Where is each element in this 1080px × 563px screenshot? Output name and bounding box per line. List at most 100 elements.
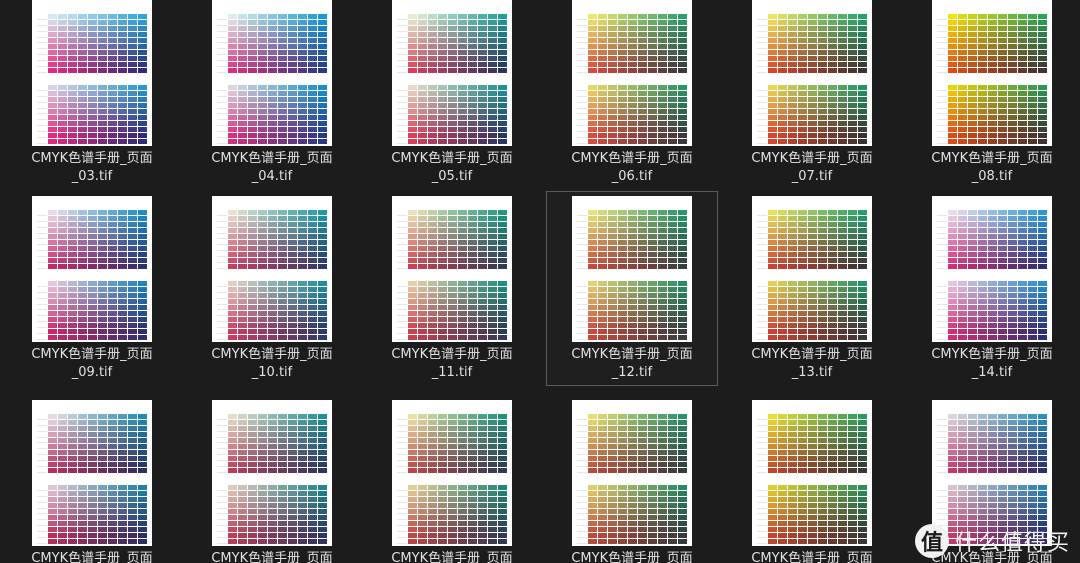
color-swatch-grid (768, 210, 867, 269)
table-header (757, 404, 867, 414)
table-header (397, 404, 507, 414)
file-item[interactable]: CMYK色谱手册_页面 _06.tif (546, 0, 718, 190)
file-item[interactable]: CMYK色谱手册_页面_19.tif (726, 395, 898, 563)
row-labels (937, 281, 947, 340)
file-item[interactable]: CMYK色谱手册_页面 _10.tif (186, 191, 358, 386)
color-swatch-grid (408, 210, 507, 269)
table-header (397, 200, 507, 210)
row-labels (577, 414, 587, 473)
file-item[interactable]: CMYK色谱手册_页面 _12.tif (546, 191, 718, 386)
row-labels (397, 14, 407, 73)
table-header (397, 4, 507, 14)
table-header (37, 271, 147, 281)
color-swatch-grid (48, 281, 147, 340)
row-labels (397, 485, 407, 544)
color-swatch-grid (228, 85, 327, 144)
file-thumbnail (32, 196, 152, 342)
file-thumbnail (572, 196, 692, 342)
table-header (37, 475, 147, 485)
swatch-table (757, 4, 867, 73)
swatch-table (397, 75, 507, 144)
color-swatch-grid (588, 85, 687, 144)
row-labels (397, 85, 407, 144)
file-item[interactable]: CMYK色谱手册_页面_17.tif (366, 395, 538, 563)
color-swatch-grid (948, 210, 1047, 269)
table-header (577, 404, 687, 414)
table-header (757, 475, 867, 485)
swatch-table (757, 475, 867, 544)
file-item[interactable]: CMYK色谱手册_页面 _07.tif (726, 0, 898, 190)
swatch-table (757, 271, 867, 340)
table-header (217, 271, 327, 281)
swatch-table (217, 404, 327, 473)
row-labels (757, 414, 767, 473)
file-name: CMYK色谱手册_页面 _08.tif (931, 151, 1053, 184)
file-name: CMYK色谱手册_页面 _13.tif (751, 347, 873, 380)
color-swatch-grid (588, 485, 687, 544)
file-name: CMYK色谱手册_页面 _09.tif (31, 347, 153, 380)
file-item[interactable]: CMYK色谱手册_页面_18.tif (546, 395, 718, 563)
color-swatch-grid (228, 210, 327, 269)
file-name: CMYK色谱手册_页面_19.tif (751, 551, 873, 563)
color-swatch-grid (228, 414, 327, 473)
table-header (397, 475, 507, 485)
color-swatch-grid (48, 85, 147, 144)
color-swatch-grid (48, 414, 147, 473)
file-item[interactable]: CMYK色谱手册_页面 _14.tif (906, 191, 1078, 386)
file-name: CMYK色谱手册_页面_18.tif (571, 551, 693, 563)
file-item[interactable]: CMYK色谱手册_页面_15.tif (6, 395, 178, 563)
color-swatch-grid (948, 281, 1047, 340)
color-swatch-grid (228, 14, 327, 73)
color-swatch-grid (408, 414, 507, 473)
color-swatch-grid (228, 485, 327, 544)
color-swatch-grid (588, 210, 687, 269)
row-labels (757, 14, 767, 73)
table-header (937, 475, 1047, 485)
row-labels (757, 210, 767, 269)
swatch-table (937, 404, 1047, 473)
file-item[interactable]: CMYK色谱手册_页面 _11.tif (366, 191, 538, 386)
swatch-table (397, 271, 507, 340)
file-item[interactable]: CMYK色谱手册_页面_16.tif (186, 395, 358, 563)
file-item[interactable]: CMYK色谱手册_页面 _08.tif (906, 0, 1078, 190)
file-thumbnail (392, 0, 512, 146)
color-swatch-grid (408, 485, 507, 544)
file-grid-view: CMYK色谱手册_页面 _03.tif CMYK色谱手册_页面 _04.tif CMYK… (0, 0, 1080, 563)
file-name: CMYK色谱手册_页面_15.tif (31, 551, 153, 563)
table-header (217, 200, 327, 210)
table-header (757, 75, 867, 85)
swatch-table (757, 75, 867, 144)
table-header (577, 200, 687, 210)
file-item[interactable]: CMYK色谱手册_页面 _13.tif (726, 191, 898, 386)
swatch-table (37, 404, 147, 473)
file-thumbnail (572, 0, 692, 146)
swatch-table (937, 4, 1047, 73)
table-header (937, 404, 1047, 414)
row-labels (937, 85, 947, 144)
table-header (37, 4, 147, 14)
file-thumbnail (212, 0, 332, 146)
row-labels (577, 281, 587, 340)
swatch-table (757, 200, 867, 269)
watermark: 值什么值得买 (914, 524, 1070, 558)
file-thumbnail (572, 400, 692, 546)
file-item[interactable]: CMYK色谱手册_页面 _05.tif (366, 0, 538, 190)
color-swatch-grid (948, 85, 1047, 144)
swatch-table (577, 75, 687, 144)
file-item[interactable]: CMYK色谱手册_页面 _04.tif (186, 0, 358, 190)
file-thumbnail (32, 400, 152, 546)
file-item[interactable]: CMYK色谱手册_页面 _03.tif (6, 0, 178, 190)
swatch-table (37, 271, 147, 340)
file-thumbnail (752, 400, 872, 546)
file-name: CMYK色谱手册_页面 _04.tif (211, 151, 333, 184)
color-swatch-grid (768, 485, 867, 544)
color-swatch-grid (48, 210, 147, 269)
swatch-table (37, 75, 147, 144)
row-labels (577, 485, 587, 544)
swatch-table (217, 271, 327, 340)
color-swatch-grid (408, 85, 507, 144)
row-labels (757, 485, 767, 544)
swatch-table (217, 4, 327, 73)
file-item[interactable]: CMYK色谱手册_页面 _09.tif (6, 191, 178, 386)
row-labels (397, 281, 407, 340)
